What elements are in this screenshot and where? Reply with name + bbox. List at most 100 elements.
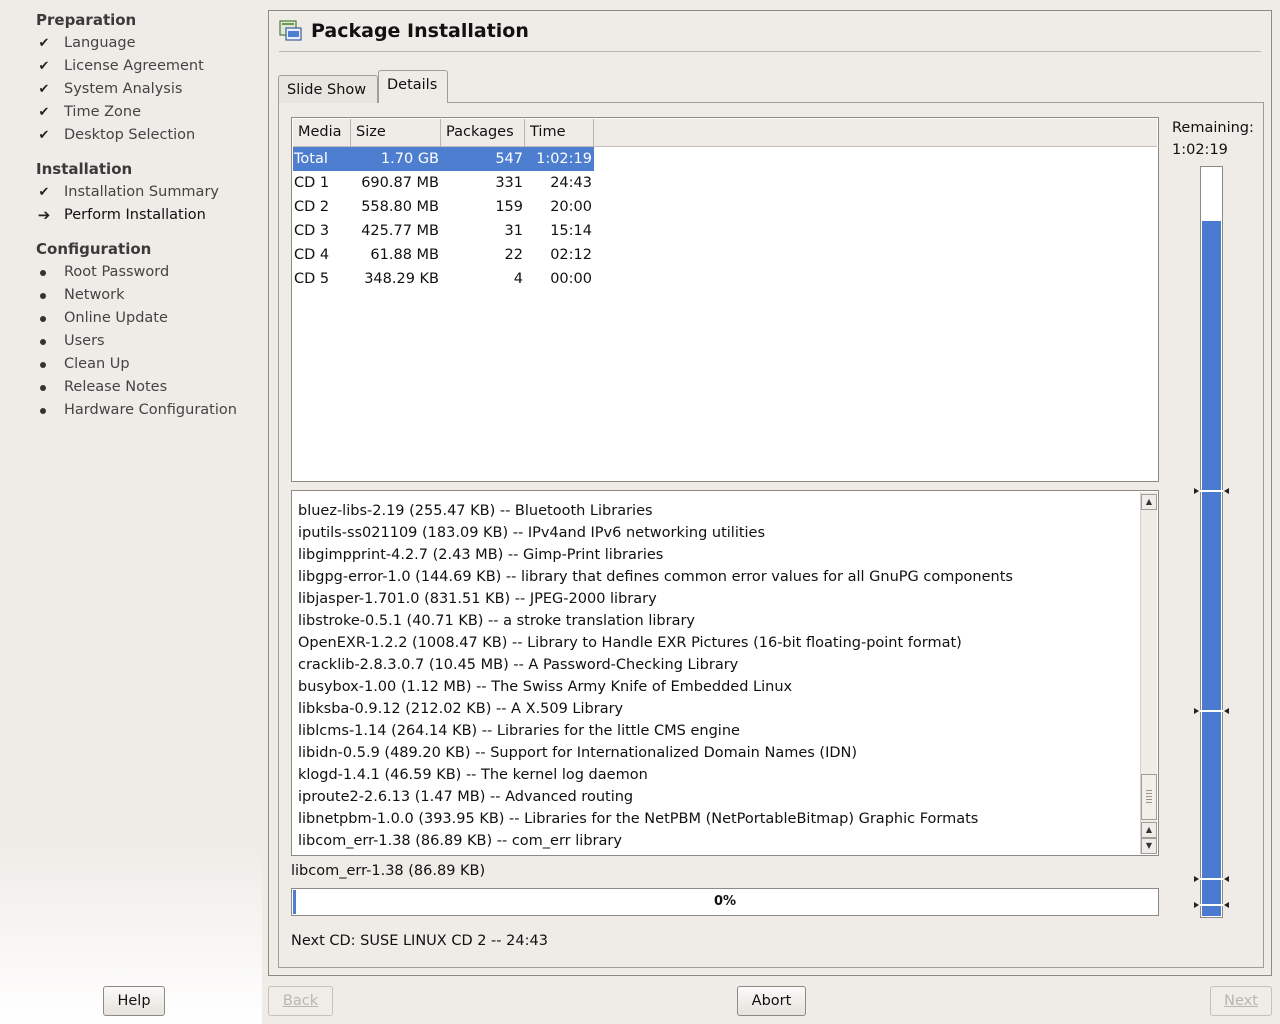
tab-details[interactable]: Details <box>378 70 448 103</box>
step-group-configuration: Configuration Root Password Network Onli… <box>36 238 237 422</box>
page-header: Package Installation <box>279 17 529 45</box>
log-line: libstroke-0.5.1 (40.71 KB) -- a stroke t… <box>298 613 696 629</box>
group-title-installation: Installation <box>36 160 133 178</box>
log-line: busybox-1.00 (1.12 MB) -- The Swiss Army… <box>298 679 793 695</box>
column-header-time[interactable]: Time <box>525 119 594 147</box>
step-perform-installation: ➔ Perform Installation <box>36 204 219 227</box>
log-line: libnetpbm-1.0.0 (393.95 KB) -- Libraries… <box>298 811 979 827</box>
cell-media: Total <box>294 151 328 167</box>
check-icon: ✔ <box>38 82 50 97</box>
help-button[interactable]: Help <box>103 986 165 1016</box>
log-line: libidn-0.5.9 (489.20 KB) -- Support for … <box>298 745 858 761</box>
cell-media: CD 2 <box>294 199 330 215</box>
step-hardware-configuration: Hardware Configuration <box>36 399 237 422</box>
next-button-label: Next <box>1224 993 1258 1009</box>
bullet-icon <box>40 293 46 299</box>
cell-size: 558.80 MB <box>361 199 439 215</box>
step-installation-summary: ✔ Installation Summary <box>36 181 219 204</box>
log-line: libksba-0.9.12 (212.02 KB) -- A X.509 Li… <box>298 701 624 717</box>
step-language: ✔ Language <box>36 32 204 55</box>
check-icon: ✔ <box>38 59 50 74</box>
scroll-down-button[interactable]: ▼ <box>1141 838 1157 854</box>
check-icon: ✔ <box>38 105 50 120</box>
cell-size: 61.88 MB <box>370 247 439 263</box>
check-icon: ✔ <box>38 36 50 51</box>
step-license-agreement: ✔ License Agreement <box>36 55 204 78</box>
cell-media: CD 3 <box>294 223 330 239</box>
table-row[interactable]: CD 4 61.88 MB 22 02:12 <box>293 243 594 267</box>
step-group-installation: Installation ✔ Installation Summary ➔ Perf… <box>36 158 219 227</box>
log-line: cracklib-2.8.3.0.7 (10.45 MB) -- A Passw… <box>298 657 739 673</box>
cd-marker <box>1194 488 1229 494</box>
installation-log[interactable]: bluez-libs-2.19 (255.47 KB) -- Bluetooth… <box>291 490 1159 856</box>
scroll-up-button-bottom[interactable]: ▲ <box>1141 822 1157 838</box>
cell-time: 20:00 <box>550 199 592 215</box>
grip-icon <box>1146 790 1152 804</box>
column-header-packages[interactable]: Packages <box>441 119 525 147</box>
bullet-icon <box>40 362 46 368</box>
package-install-icon <box>279 19 303 43</box>
scroll-up-button[interactable]: ▲ <box>1141 494 1157 510</box>
remaining-label: Remaining: <box>1172 120 1254 136</box>
cell-size: 1.70 GB <box>380 151 439 167</box>
step-desktop-selection: ✔ Desktop Selection <box>36 124 204 147</box>
log-line: libcom_err-1.38 (86.89 KB) -- com_err li… <box>298 833 622 849</box>
table-row[interactable]: CD 3 425.77 MB 31 15:14 <box>293 219 594 243</box>
current-package-label: libcom_err-1.38 (86.89 KB) <box>291 863 486 879</box>
table-row[interactable]: CD 2 558.80 MB 159 20:00 <box>293 195 594 219</box>
table-header: Media Size Packages Time <box>293 119 1157 147</box>
cell-time: 15:14 <box>550 223 592 239</box>
bullet-icon <box>40 270 46 276</box>
log-line: libgpg-error-1.0 (144.69 KB) -- library … <box>298 569 1013 585</box>
step-clean-up: Clean Up <box>36 353 237 376</box>
bullet-icon <box>40 316 46 322</box>
log-line: libgimpprint-4.2.7 (2.43 MB) -- Gimp-Pri… <box>298 547 664 563</box>
media-table[interactable]: Media Size Packages Time Total 1.70 GB 5… <box>291 117 1159 482</box>
wizard-sidebar: Preparation ✔ Language ✔ License Agreement… <box>0 0 262 1024</box>
back-button-label: Back <box>282 993 319 1009</box>
cell-media: CD 1 <box>294 175 330 191</box>
cell-time: 00:00 <box>550 271 592 287</box>
step-online-update: Online Update <box>36 307 237 330</box>
arrow-right-icon: ➔ <box>37 206 51 224</box>
scrollbar-thumb[interactable] <box>1141 774 1157 820</box>
next-cd-label: Next CD: SUSE LINUX CD 2 -- 24:43 <box>291 933 548 949</box>
log-line: libjasper-1.701.0 (831.51 KB) -- JPEG-20… <box>298 591 657 607</box>
remaining-value: 1:02:19 <box>1172 142 1228 158</box>
table-row[interactable]: Total 1.70 GB 547 1:02:19 <box>293 147 594 171</box>
back-button[interactable]: Back <box>268 986 333 1016</box>
cell-size: 690.87 MB <box>361 175 439 191</box>
cell-time: 24:43 <box>550 175 592 191</box>
remaining-time: Remaining: 1:02:19 <box>1172 117 1254 161</box>
step-system-analysis: ✔ System Analysis <box>36 78 204 101</box>
table-row[interactable]: CD 5 348.29 KB 4 00:00 <box>293 267 594 291</box>
group-title-preparation: Preparation <box>36 11 137 29</box>
cell-time: 02:12 <box>550 247 592 263</box>
cell-media: CD 5 <box>294 271 330 287</box>
remaining-progress-bar <box>1194 166 1229 918</box>
next-button[interactable]: Next <box>1210 986 1272 1016</box>
column-header-media[interactable]: Media <box>293 119 351 147</box>
check-icon: ✔ <box>38 128 50 143</box>
check-icon: ✔ <box>38 185 50 200</box>
table-row[interactable]: CD 1 690.87 MB 331 24:43 <box>293 171 594 195</box>
bullet-icon <box>40 339 46 345</box>
header-divider <box>279 51 1261 52</box>
cd-marker <box>1194 708 1229 714</box>
cell-packages: 22 <box>504 247 523 263</box>
tab-slide-show[interactable]: Slide Show <box>278 75 378 103</box>
log-scrollbar[interactable]: ▲ ▲ ▼ <box>1140 492 1157 854</box>
cell-size: 348.29 KB <box>364 271 439 287</box>
log-line: klogd-1.4.1 (46.59 KB) -- The kernel log… <box>298 767 648 783</box>
step-root-password: Root Password <box>36 261 237 284</box>
cell-packages: 159 <box>495 199 523 215</box>
cell-size: 425.77 MB <box>361 223 439 239</box>
bullet-icon <box>40 385 46 391</box>
package-progress-bar: 0% <box>291 888 1159 916</box>
column-header-size[interactable]: Size <box>351 119 441 147</box>
cell-packages: 31 <box>504 223 523 239</box>
abort-button[interactable]: Abort <box>737 986 806 1016</box>
bullet-icon <box>40 408 46 414</box>
log-line: liblcms-1.14 (264.14 KB) -- Libraries fo… <box>298 723 740 739</box>
step-network: Network <box>36 284 237 307</box>
